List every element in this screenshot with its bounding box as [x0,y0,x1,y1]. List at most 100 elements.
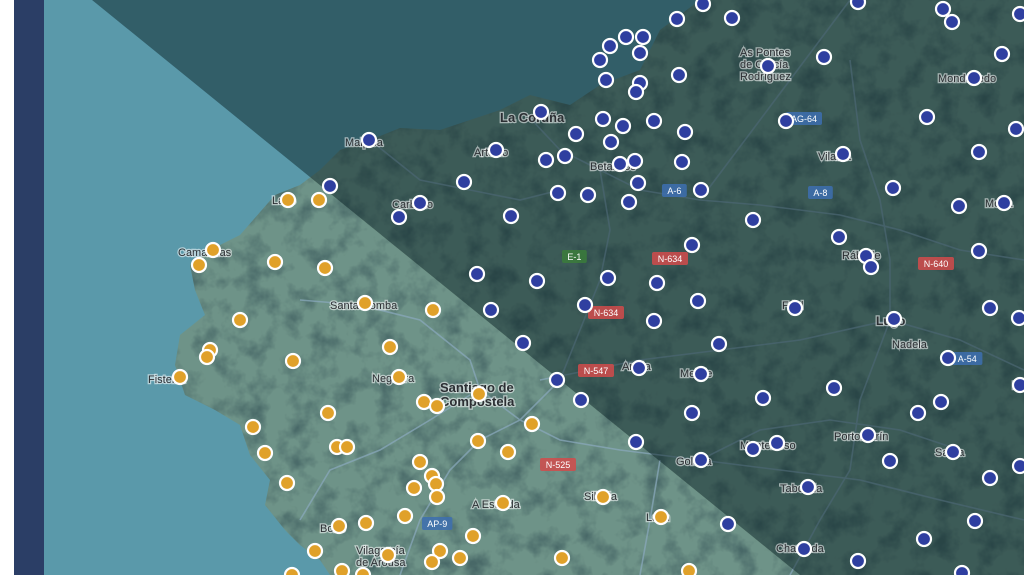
blue-marker[interactable] [692,365,710,383]
orange-marker[interactable] [411,453,429,471]
blue-marker[interactable] [482,301,500,319]
orange-marker[interactable] [279,191,297,209]
blue-marker[interactable] [849,552,867,570]
orange-marker[interactable] [190,256,208,274]
orange-marker[interactable] [306,542,324,560]
orange-marker[interactable] [464,527,482,545]
orange-marker[interactable] [652,508,670,526]
blue-marker[interactable] [1010,309,1024,327]
blue-marker[interactable] [723,9,741,27]
blue-marker[interactable] [617,28,635,46]
blue-marker[interactable] [1011,376,1024,394]
blue-marker[interactable] [532,103,550,121]
orange-marker[interactable] [499,443,517,461]
blue-marker[interactable] [943,13,961,31]
blue-marker[interactable] [556,147,574,165]
blue-marker[interactable] [719,515,737,533]
map-canvas[interactable]: La CoruñaSantiago deCompostelaAs Pontesd… [0,0,1024,575]
blue-marker[interactable] [611,155,629,173]
orange-marker[interactable] [390,368,408,386]
blue-marker[interactable] [627,83,645,101]
blue-marker[interactable] [970,143,988,161]
blue-marker[interactable] [321,177,339,195]
orange-marker[interactable] [428,488,446,506]
blue-marker[interactable] [995,194,1013,212]
blue-marker[interactable] [970,242,988,260]
orange-marker[interactable] [423,553,441,571]
blue-marker[interactable] [881,452,899,470]
orange-marker[interactable] [338,438,356,456]
orange-marker[interactable] [470,385,488,403]
orange-marker[interactable] [310,191,328,209]
blue-marker[interactable] [915,530,933,548]
blue-marker[interactable] [676,123,694,141]
blue-marker[interactable] [627,433,645,451]
orange-marker[interactable] [680,562,698,575]
orange-marker[interactable] [469,432,487,450]
orange-marker[interactable] [415,393,433,411]
blue-marker[interactable] [411,194,429,212]
blue-marker[interactable] [572,391,590,409]
blue-marker[interactable] [390,208,408,226]
orange-marker[interactable] [357,514,375,532]
orange-marker[interactable] [283,566,301,575]
orange-marker[interactable] [244,418,262,436]
blue-marker[interactable] [939,349,957,367]
orange-marker[interactable] [494,494,512,512]
blue-marker[interactable] [692,451,710,469]
orange-marker[interactable] [316,259,334,277]
orange-marker[interactable] [198,348,216,366]
blue-marker[interactable] [932,393,950,411]
blue-marker[interactable] [786,299,804,317]
blue-marker[interactable] [630,359,648,377]
blue-marker[interactable] [965,69,983,87]
blue-marker[interactable] [815,48,833,66]
orange-marker[interactable] [553,549,571,567]
blue-marker[interactable] [537,151,555,169]
blue-marker[interactable] [918,108,936,126]
blue-marker[interactable] [777,112,795,130]
blue-marker[interactable] [692,181,710,199]
blue-marker[interactable] [634,28,652,46]
blue-marker[interactable] [528,272,546,290]
orange-marker[interactable] [171,368,189,386]
blue-marker[interactable] [548,371,566,389]
blue-marker[interactable] [648,274,666,292]
orange-marker[interactable] [333,562,351,575]
orange-marker[interactable] [379,546,397,564]
blue-marker[interactable] [599,269,617,287]
blue-marker[interactable] [601,37,619,55]
blue-marker[interactable] [567,125,585,143]
orange-marker[interactable] [405,479,423,497]
orange-marker[interactable] [354,566,372,575]
blue-marker[interactable] [468,265,486,283]
orange-marker[interactable] [278,474,296,492]
orange-marker[interactable] [381,338,399,356]
blue-marker[interactable] [981,469,999,487]
blue-marker[interactable] [744,440,762,458]
blue-marker[interactable] [768,434,786,452]
blue-marker[interactable] [614,117,632,135]
blue-marker[interactable] [966,512,984,530]
blue-marker[interactable] [862,258,880,276]
blue-marker[interactable] [944,443,962,461]
blue-marker[interactable] [825,379,843,397]
orange-marker[interactable] [231,311,249,329]
blue-marker[interactable] [631,44,649,62]
orange-marker[interactable] [356,294,374,312]
blue-marker[interactable] [795,540,813,558]
orange-marker[interactable] [319,404,337,422]
blue-marker[interactable] [594,110,612,128]
blue-marker[interactable] [455,173,473,191]
orange-marker[interactable] [427,475,445,493]
blue-marker[interactable] [591,51,609,69]
orange-marker[interactable] [424,301,442,319]
blue-marker[interactable] [909,404,927,422]
blue-marker[interactable] [670,66,688,84]
blue-marker[interactable] [487,141,505,159]
blue-marker[interactable] [683,404,701,422]
blue-marker[interactable] [576,296,594,314]
blue-marker[interactable] [597,71,615,89]
blue-marker[interactable] [799,478,817,496]
orange-marker[interactable] [266,253,284,271]
